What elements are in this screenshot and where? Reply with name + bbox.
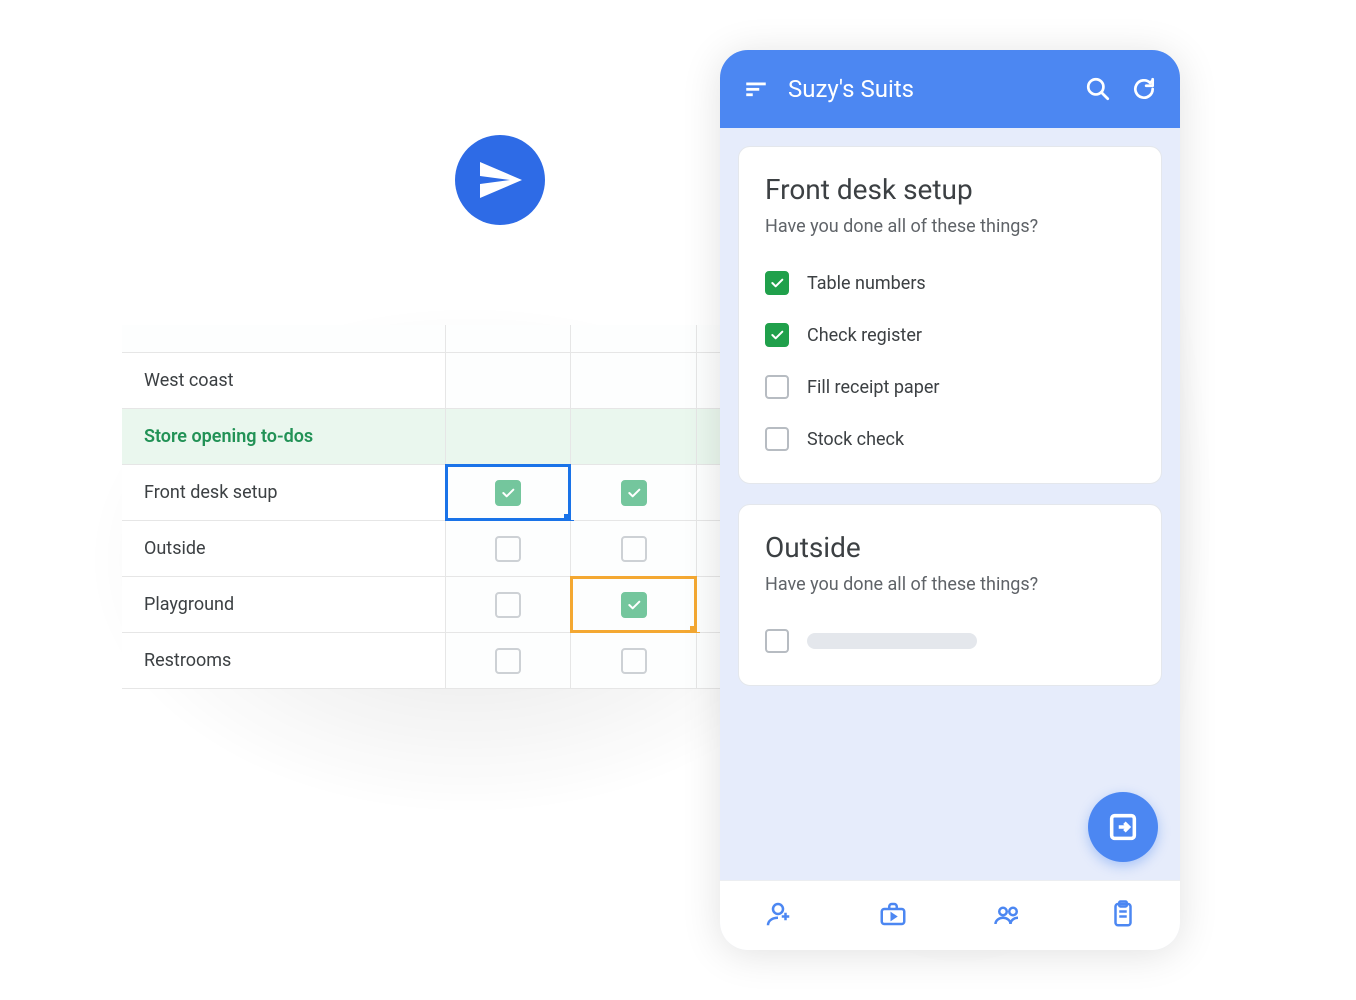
cell[interactable]: [446, 409, 571, 464]
card-title: Outside: [765, 531, 1135, 564]
task-item[interactable]: Fill receipt paper: [765, 361, 1135, 413]
task-label: Check register: [807, 325, 922, 346]
cell[interactable]: [571, 409, 696, 464]
row-label[interactable]: Front desk setup: [122, 465, 446, 520]
region-row: West coast: [122, 353, 822, 409]
cell-checkbox[interactable]: [571, 465, 696, 520]
cell-checkbox[interactable]: [571, 521, 696, 576]
cell-checkbox[interactable]: [571, 633, 696, 688]
cell-checkbox[interactable]: [446, 577, 571, 632]
checkbox-checked-icon[interactable]: [765, 323, 789, 347]
header-col-label: [122, 325, 446, 352]
checkbox-empty-icon: [621, 536, 647, 562]
task-item-skeleton: [765, 615, 1135, 667]
briefcase-play-icon[interactable]: [878, 899, 908, 933]
header-col-2: [571, 325, 697, 352]
app-body: Front desk setup Have you done all of th…: [720, 128, 1180, 880]
task-item[interactable]: Stock check: [765, 413, 1135, 465]
section-title[interactable]: Store opening to-dos: [122, 409, 446, 464]
table-row: Playground: [122, 577, 822, 633]
region-label[interactable]: West coast: [122, 353, 446, 408]
checkbox-empty-icon: [495, 592, 521, 618]
checkbox-empty-icon[interactable]: [765, 375, 789, 399]
card-subtitle: Have you done all of these things?: [765, 574, 1135, 595]
cell-checkbox[interactable]: [446, 633, 571, 688]
cell-checkbox[interactable]: [446, 521, 571, 576]
task-item[interactable]: Table numbers: [765, 257, 1135, 309]
cell[interactable]: [446, 353, 571, 408]
checkbox-empty-icon: [621, 648, 647, 674]
app-header: Suzy's Suits: [720, 50, 1180, 128]
header-col-1: [446, 325, 572, 352]
checkbox-checked-icon: [621, 480, 647, 506]
checkbox-empty-icon[interactable]: [765, 427, 789, 451]
checkbox-checked-icon: [495, 480, 521, 506]
spreadsheet-panel: West coast Store opening to-dos Front de…: [122, 325, 822, 689]
row-label[interactable]: Restrooms: [122, 633, 446, 688]
send-icon: [455, 135, 545, 225]
task-card: Front desk setup Have you done all of th…: [738, 146, 1162, 484]
checkbox-empty-icon: [495, 648, 521, 674]
task-label: Fill receipt paper: [807, 377, 939, 398]
add-person-icon[interactable]: [763, 899, 793, 933]
task-card: Outside Have you done all of these thing…: [738, 504, 1162, 686]
bottom-tab-bar: [720, 880, 1180, 950]
task-label: Stock check: [807, 429, 904, 450]
mobile-app-mockup: Suzy's Suits Front desk setup Have you d…: [720, 50, 1180, 950]
checkbox-empty-icon[interactable]: [765, 629, 789, 653]
clipboard-icon[interactable]: [1108, 899, 1138, 933]
card-subtitle: Have you done all of these things?: [765, 216, 1135, 237]
table-row: Outside: [122, 521, 822, 577]
card-title: Front desk setup: [765, 173, 1135, 206]
people-group-icon[interactable]: [993, 899, 1023, 933]
submit-fab-button[interactable]: [1088, 792, 1158, 862]
app-title: Suzy's Suits: [788, 75, 1066, 103]
section-title-row: Store opening to-dos: [122, 409, 822, 465]
cell[interactable]: [571, 353, 696, 408]
spreadsheet-header-row: [122, 325, 822, 353]
skeleton-placeholder: [807, 633, 977, 649]
row-label[interactable]: Outside: [122, 521, 446, 576]
task-label: Table numbers: [807, 273, 926, 294]
table-row: Restrooms: [122, 633, 822, 689]
checkbox-checked-icon: [621, 592, 647, 618]
cell-checkbox[interactable]: [446, 465, 571, 520]
checkbox-empty-icon: [495, 536, 521, 562]
table-row: Front desk setup: [122, 465, 822, 521]
sort-menu-icon[interactable]: [742, 75, 770, 103]
search-icon[interactable]: [1084, 75, 1112, 103]
checkbox-checked-icon[interactable]: [765, 271, 789, 295]
row-label[interactable]: Playground: [122, 577, 446, 632]
task-item[interactable]: Check register: [765, 309, 1135, 361]
refresh-icon[interactable]: [1130, 75, 1158, 103]
cell-checkbox[interactable]: [571, 577, 696, 632]
